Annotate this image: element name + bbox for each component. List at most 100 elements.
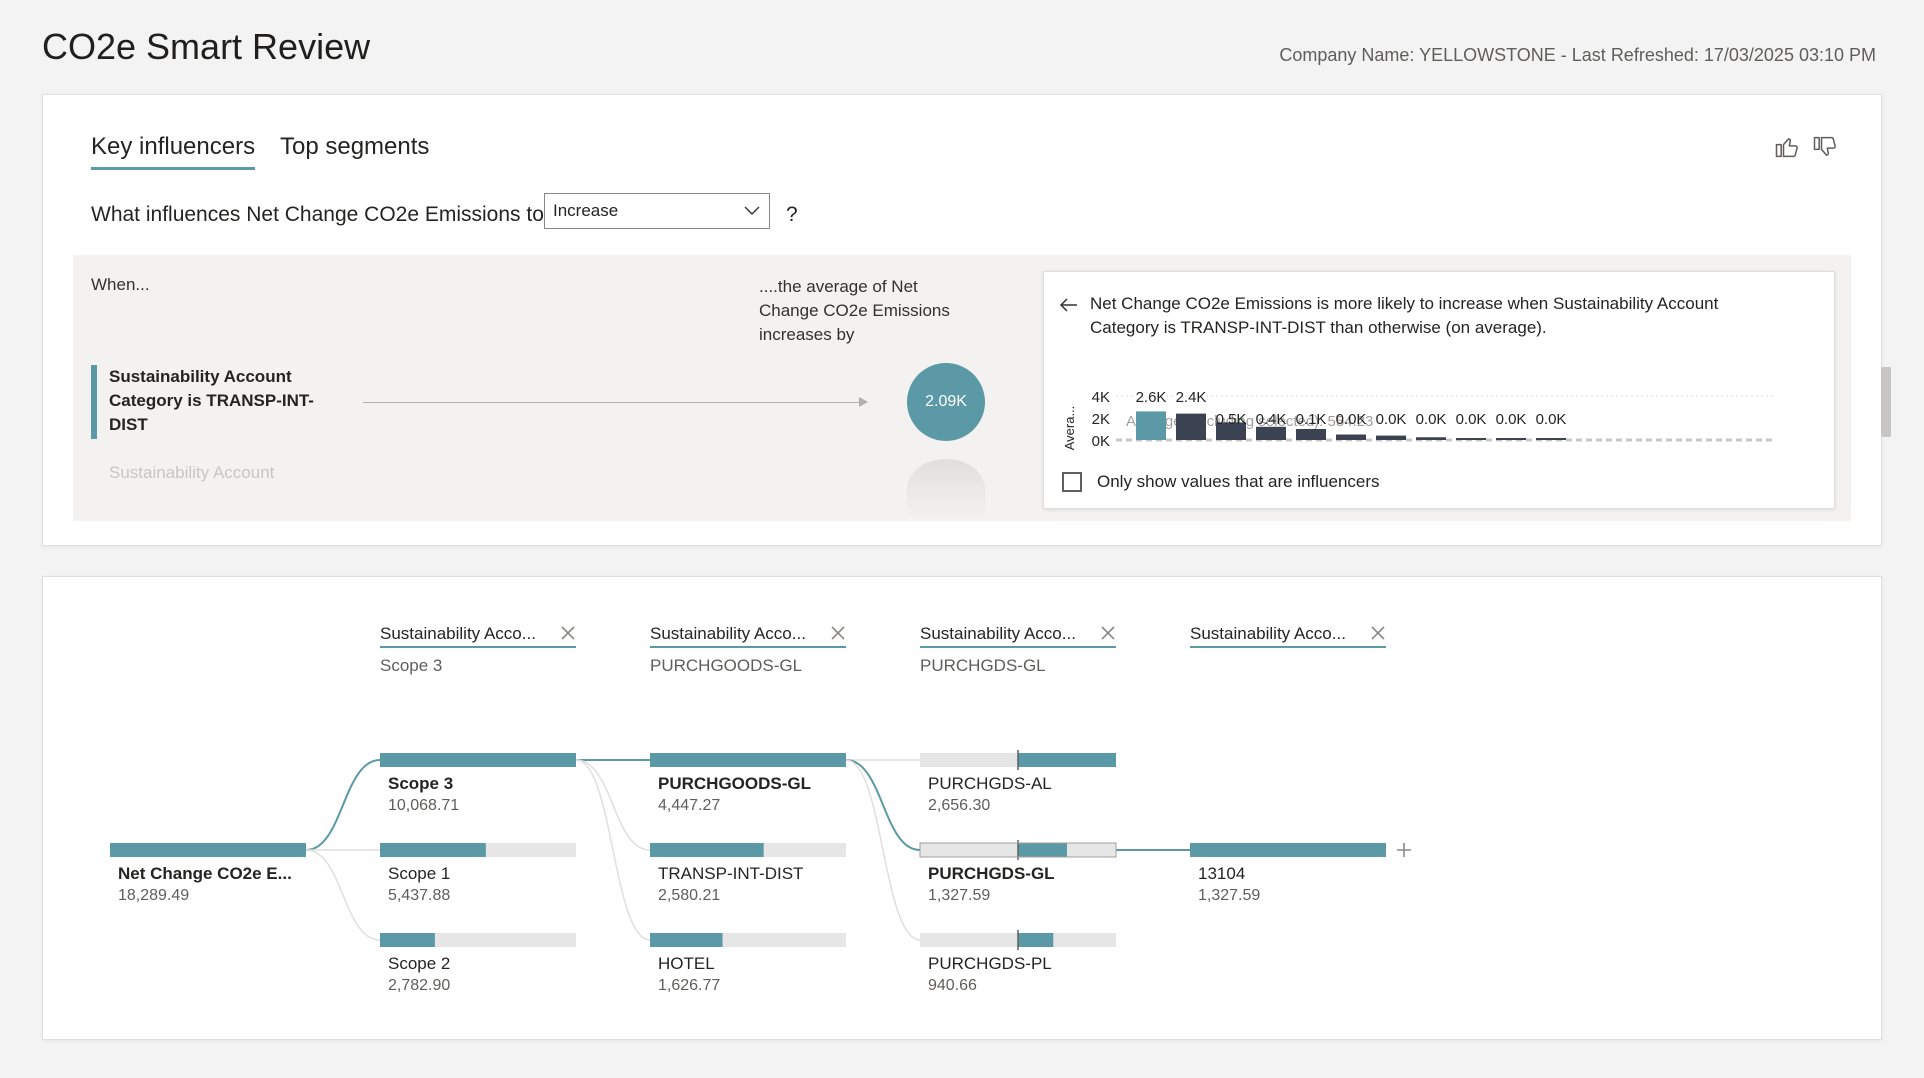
node-label: PURCHGDS-PL [928, 954, 1052, 973]
influencer-column-chart: Avera... 4K 2K 0K Average (excluding sel… [1062, 390, 1776, 451]
data-label: 0.0K [1536, 411, 1567, 428]
tree-link [575, 759, 651, 941]
node-bar[interactable] [380, 933, 435, 947]
influencers-only-label: Only show values that are influencers [1097, 472, 1380, 491]
chart-bar[interactable] [1296, 429, 1326, 440]
level-header[interactable]: Sustainability Acco... [380, 624, 536, 643]
influencer-label-next[interactable]: Sustainability Account [109, 463, 274, 483]
direction-dropdown[interactable]: Increase [544, 193, 770, 229]
direction-dropdown-value: Increase [553, 201, 619, 220]
level-header[interactable]: Sustainability Acco... [650, 624, 806, 643]
tree-link [845, 759, 921, 851]
level-filter: PURCHGOODS-GL [650, 656, 802, 675]
y-tick-label: 0K [1092, 433, 1110, 450]
tab-top-segments[interactable]: Top segments [280, 133, 429, 167]
detail-scrollbar[interactable] [1881, 367, 1891, 437]
data-label: 2.6K [1136, 390, 1167, 406]
when-label: When... [91, 275, 150, 294]
influencer-detail-pane: Net Change CO2e Emissions is more likely… [1043, 271, 1835, 509]
node-bar[interactable] [1018, 843, 1067, 857]
influencer-bubble-next [907, 459, 985, 519]
chart-bar[interactable] [1416, 437, 1446, 440]
node-bar[interactable] [650, 933, 723, 947]
node-label: Scope 3 [388, 774, 453, 793]
node-label: Scope 1 [388, 864, 450, 883]
decomposition-tree: Sustainability Acco... Scope 3 Sustainabil… [110, 624, 1411, 994]
node-label: PURCHGDS-AL [928, 774, 1052, 793]
node-value: 2,656.30 [928, 797, 990, 814]
node-bar[interactable] [1190, 843, 1386, 857]
influence-question: What influences Net Change CO2e Emission… [91, 203, 544, 226]
tab-key-influencers[interactable]: Key influencers [91, 133, 256, 170]
y-axis-label: Avera... [1062, 406, 1077, 451]
thumbs-up-icon[interactable] [1773, 133, 1801, 161]
influencer-arrow [859, 397, 868, 407]
chevron-down-icon [744, 206, 760, 215]
node-value: 5,437.88 [388, 887, 450, 904]
chart-bar[interactable] [1456, 438, 1486, 440]
back-arrow-icon[interactable] [1058, 294, 1080, 316]
node-value: 1,327.59 [1198, 887, 1260, 904]
y-tick-label: 4K [1092, 390, 1110, 406]
tree-link [575, 759, 651, 851]
question-mark: ? [786, 203, 798, 226]
node-bar[interactable] [650, 753, 846, 767]
data-label: 0.4K [1256, 411, 1287, 428]
influencers-only-checkbox[interactable] [1062, 472, 1082, 492]
expand-plus-icon[interactable] [1397, 843, 1411, 857]
level-header[interactable]: Sustainability Acco... [1190, 624, 1346, 643]
node-value: 4,447.27 [658, 797, 720, 814]
average-increase-label: ....the average of Net Change CO2e Emiss… [759, 277, 950, 344]
key-influencers-card: Key influencers Top segments What influe… [42, 94, 1891, 546]
node-value: 1,327.59 [928, 887, 990, 904]
node-label: PURCHGDS-GL [928, 864, 1055, 883]
node-bar[interactable] [1018, 933, 1054, 947]
remove-level-icon[interactable] [831, 626, 845, 640]
influencer-bubble[interactable]: 2.09K [907, 363, 985, 441]
node-bar[interactable] [110, 843, 306, 857]
node-value: 1,626.77 [658, 977, 720, 994]
data-label: 2.4K [1176, 390, 1207, 406]
influencer-label[interactable]: Sustainability Account Category is TRANS… [109, 365, 331, 437]
data-label: 0.0K [1496, 411, 1527, 428]
node-label: Net Change CO2e E... [118, 864, 292, 883]
level-filter: PURCHGDS-GL [920, 656, 1046, 675]
remove-level-icon[interactable] [1101, 626, 1115, 640]
page-title: CO2e Smart Review [42, 26, 371, 67]
influencer-connector [363, 402, 863, 403]
chart-bar[interactable] [1256, 426, 1286, 440]
data-label: 0.0K [1336, 411, 1367, 428]
data-label: 0.1K [1296, 411, 1327, 428]
data-label: 0.0K [1376, 411, 1407, 428]
node-value: 2,580.21 [658, 887, 720, 904]
chart-bar[interactable] [1536, 438, 1566, 440]
node-bar[interactable] [1018, 753, 1116, 767]
remove-level-icon[interactable] [561, 626, 575, 640]
chart-bar[interactable] [1136, 411, 1166, 440]
selected-influencer-marker [91, 365, 97, 439]
node-bar[interactable] [380, 843, 486, 857]
data-label: 0.0K [1416, 411, 1447, 428]
data-label: 0.5K [1216, 411, 1247, 428]
remove-level-icon[interactable] [1371, 626, 1385, 640]
node-value: 10,068.71 [388, 797, 459, 814]
chart-bar[interactable] [1176, 413, 1206, 440]
node-bar[interactable] [650, 843, 764, 857]
decomposition-tree-card: Sustainability Acco... Scope 3 Sustainabil… [42, 576, 1882, 1040]
refresh-meta: Company Name: YELLOWSTONE - Last Refresh… [1279, 45, 1876, 65]
chart-bar[interactable] [1336, 434, 1366, 441]
node-value: 940.66 [928, 977, 977, 994]
level-filter: Scope 3 [380, 656, 442, 675]
y-tick-label: 2K [1092, 411, 1110, 428]
level-header[interactable]: Sustainability Acco... [920, 624, 1076, 643]
tree-link [305, 849, 381, 941]
thumbs-down-icon[interactable] [1811, 133, 1839, 161]
influencer-explanation: Net Change CO2e Emissions is more likely… [1090, 294, 1719, 337]
node-value: 2,782.90 [388, 977, 450, 994]
node-label: Scope 2 [388, 954, 450, 973]
chart-bar[interactable] [1376, 435, 1406, 440]
node-label: TRANSP-INT-DIST [658, 864, 803, 883]
chart-bar[interactable] [1496, 438, 1526, 440]
node-value: 18,289.49 [118, 887, 189, 904]
node-bar[interactable] [380, 753, 576, 767]
